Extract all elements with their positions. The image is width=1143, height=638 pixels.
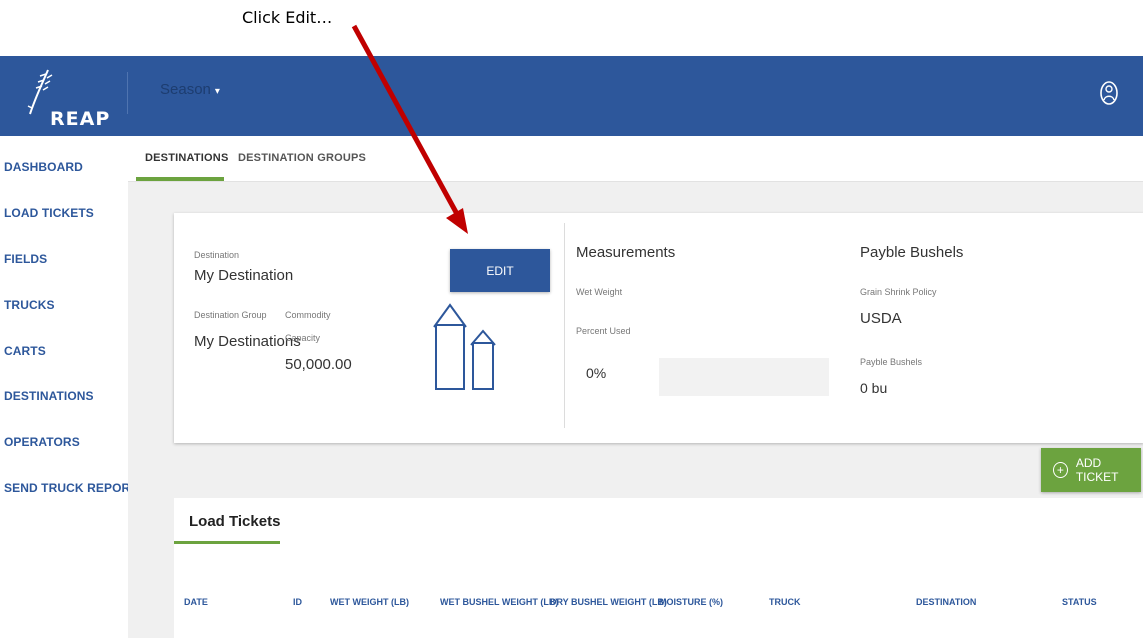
sidebar-item-fields[interactable]: FIELDS (4, 252, 47, 266)
column-header-wet-weight[interactable]: WET WEIGHT (LB) (330, 597, 409, 607)
logo-text: REAP (50, 108, 111, 130)
column-header-destination[interactable]: DESTINATION (916, 597, 976, 607)
payble-bushels-value: 0 bu (860, 380, 888, 396)
column-header-id[interactable]: ID (293, 597, 302, 607)
measurements-title: Measurements (576, 244, 676, 261)
sidebar-item-carts[interactable]: CARTS (4, 344, 46, 358)
screenshot: Click Edit… REAP Season ▾ DASHBOARD LOAD … (0, 0, 1143, 638)
payble-bushels-label: Payble Bushels (860, 357, 923, 367)
edit-button[interactable]: EDIT (450, 249, 550, 292)
main-content: DESTINATIONS DESTINATION GROUPS Destinat… (128, 136, 1143, 638)
topbar-divider (127, 72, 128, 114)
silo-icon (433, 303, 496, 390)
grain-shrink-policy-value: USDA (860, 310, 902, 327)
plus-circle-icon: + (1053, 462, 1068, 478)
tab-bar: DESTINATIONS DESTINATION GROUPS (128, 136, 1143, 182)
column-header-wet-bushel-weight[interactable]: WET BUSHEL WEIGHT (LB) (440, 597, 558, 607)
load-tickets-title: Load Tickets (189, 513, 281, 530)
sidebar-item-operators[interactable]: OPERATORS (4, 435, 80, 449)
column-header-dry-bushel-weight[interactable]: DRY BUSHEL WEIGHT (LB) (550, 597, 667, 607)
percent-used-label: Percent Used (576, 326, 631, 336)
instruction-caption: Click Edit… (242, 8, 333, 27)
destination-group-label: Destination Group (194, 310, 267, 320)
percent-used-bar (659, 358, 829, 396)
payble-bushels-title: Payble Bushels (860, 244, 964, 261)
top-bar: REAP Season ▾ (0, 56, 1143, 136)
capacity-label: Capacity (285, 333, 321, 343)
load-tickets-panel: Load Tickets DATE ID WET WEIGHT (LB) WET… (174, 498, 1143, 638)
capacity-value: 50,000.00 (285, 356, 352, 373)
destination-card: Destination My Destination Destination G… (174, 213, 1143, 443)
load-tickets-underline (174, 541, 280, 544)
commodity-label: Commodity (285, 310, 331, 320)
column-header-moisture[interactable]: MOISTURE (%) (659, 597, 723, 607)
user-icon[interactable] (1097, 80, 1121, 106)
tab-destination-groups[interactable]: DESTINATION GROUPS (238, 152, 366, 164)
add-ticket-button[interactable]: + ADD TICKET (1041, 448, 1141, 492)
column-header-date[interactable]: DATE (184, 597, 208, 607)
active-tab-indicator (136, 177, 224, 181)
destination-label: Destination (194, 250, 240, 260)
sidebar-item-destinations[interactable]: DESTINATIONS (4, 389, 94, 403)
column-header-status[interactable]: STATUS (1062, 597, 1097, 607)
grain-shrink-policy-label: Grain Shrink Policy (860, 287, 937, 297)
column-header-truck[interactable]: TRUCK (769, 597, 801, 607)
sidebar: DASHBOARD LOAD TICKETS FIELDS TRUCKS CAR… (0, 136, 138, 638)
reap-logo[interactable]: REAP (22, 64, 109, 130)
sidebar-item-dashboard[interactable]: DASHBOARD (4, 160, 83, 174)
destination-value: My Destination (194, 267, 294, 284)
percent-used-value: 0% (586, 365, 607, 381)
season-label: Season (160, 81, 211, 98)
sidebar-item-send-truck-report[interactable]: SEND TRUCK REPORT (4, 481, 138, 495)
tab-destinations[interactable]: DESTINATIONS (145, 152, 228, 164)
season-dropdown[interactable]: Season ▾ (160, 81, 220, 98)
card-divider (564, 223, 565, 428)
caret-down-icon: ▾ (214, 86, 220, 97)
add-ticket-label: ADD TICKET (1075, 456, 1119, 484)
wet-weight-label: Wet Weight (576, 287, 623, 297)
sidebar-item-load-tickets[interactable]: LOAD TICKETS (4, 206, 94, 220)
sidebar-item-trucks[interactable]: TRUCKS (4, 298, 55, 312)
